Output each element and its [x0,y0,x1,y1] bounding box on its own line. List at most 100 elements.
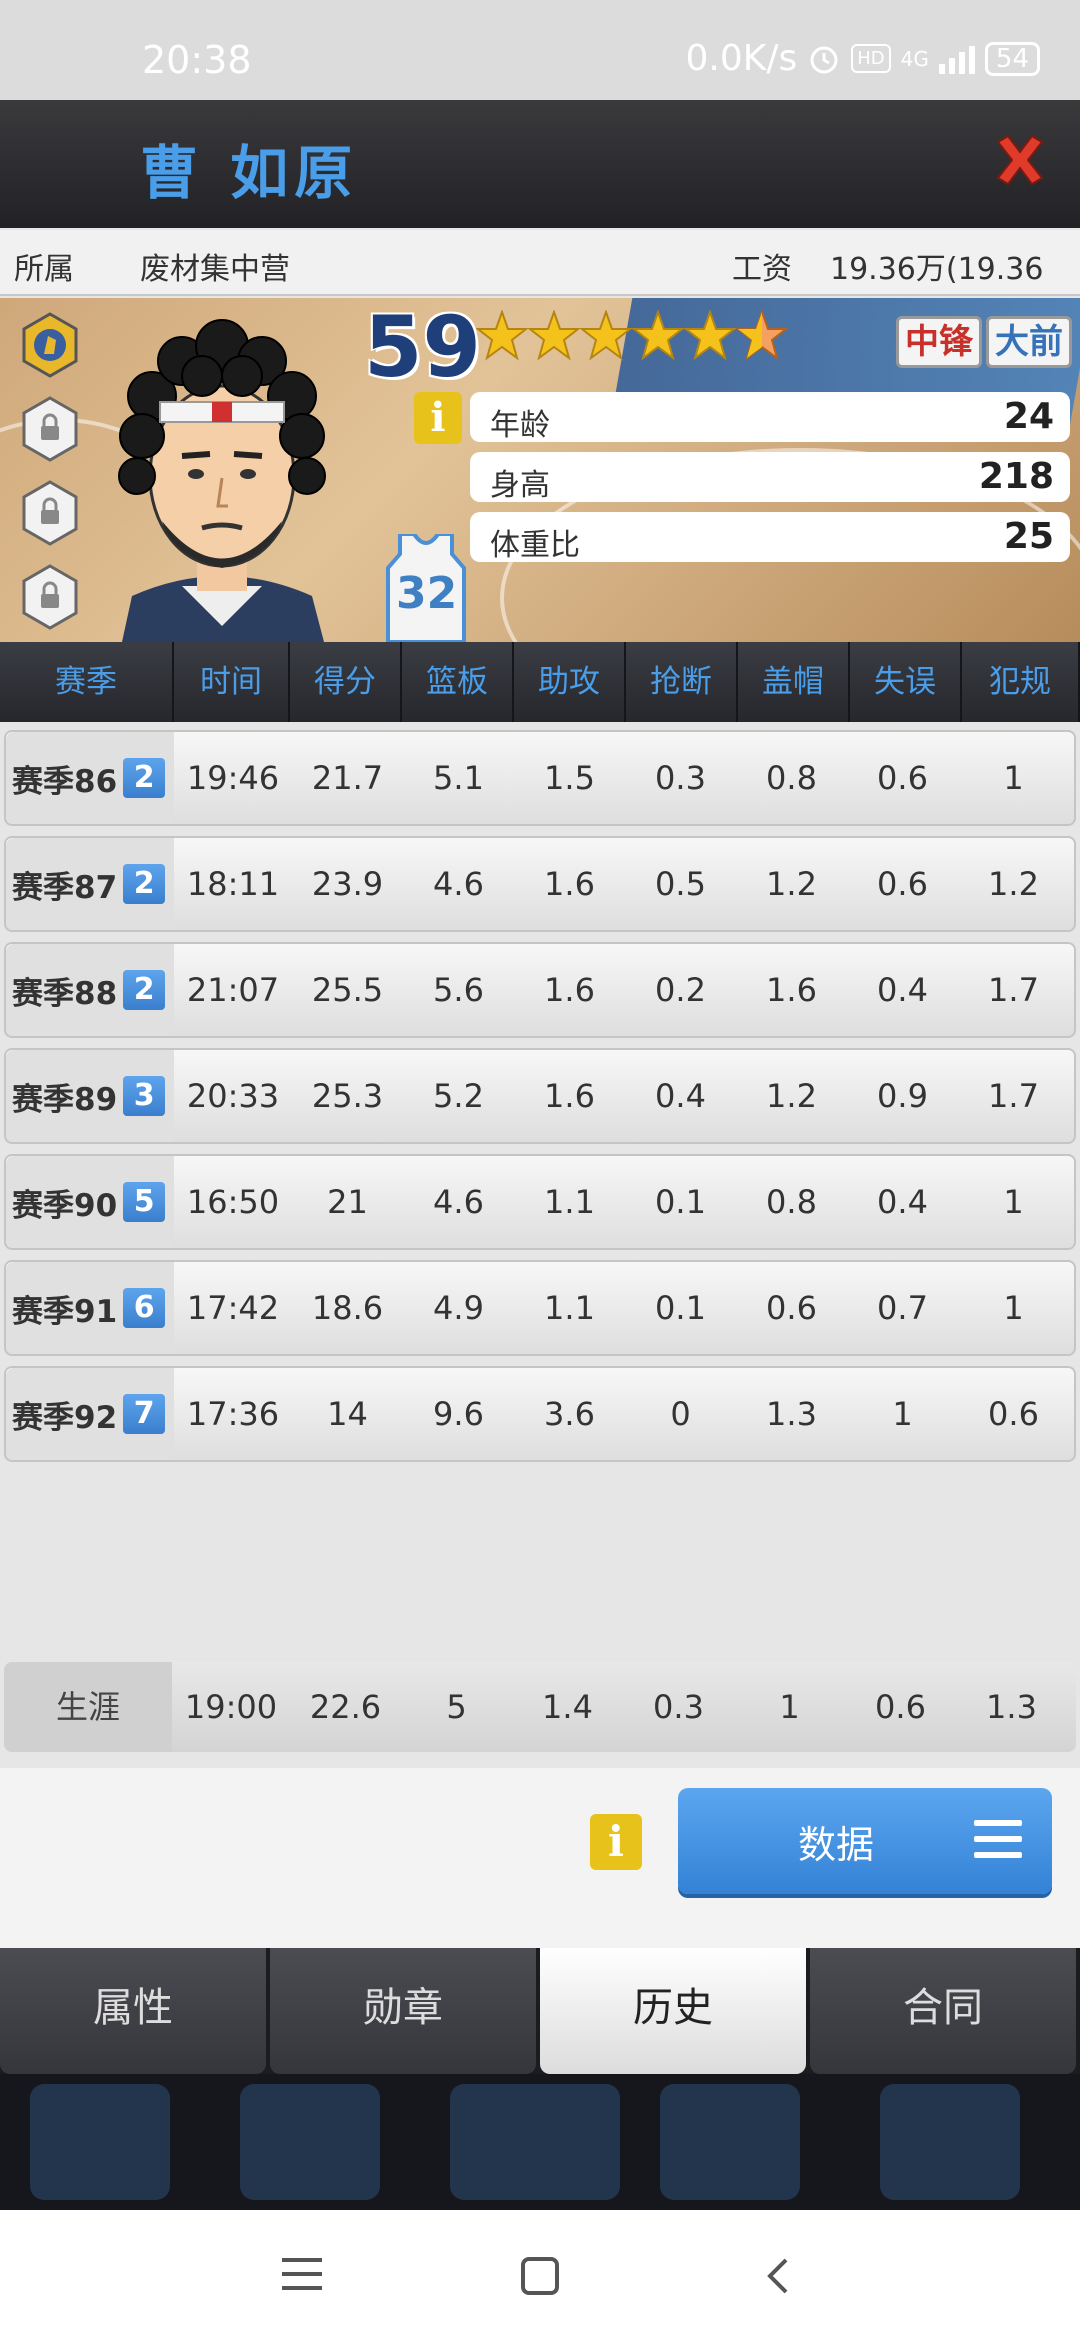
stat-cell: 0.8 [766,1183,817,1221]
alarm-icon [810,46,838,73]
stats-table-header: 赛季 时间 得分 篮板 助攻 抢断 盖帽 失误 犯规 [0,642,1080,722]
stat-cell: 0.4 [877,971,928,1009]
stat-cell: 16:50 [186,1183,280,1221]
info-icon[interactable]: i [590,1814,642,1870]
locked-badge-icon[interactable] [20,396,80,462]
level-badge: 6 [123,1288,166,1328]
star-icon [528,310,580,361]
level-badge: 2 [123,864,166,904]
column-header[interactable]: 赛季 [0,642,174,722]
season-label: 赛季88 [12,975,118,1012]
stat-cell: 4.6 [433,865,484,903]
stat-cell: 1.2 [766,1077,817,1115]
back-icon[interactable] [762,2256,792,2296]
stat-cell: 4.6 [433,1183,484,1221]
stat-cell: 5.6 [433,971,484,1009]
stat-cell: 18:11 [186,865,280,903]
season-label: 赛季86 [12,763,118,800]
star-icon [580,310,632,361]
stat-cell: 1.6 [544,1077,595,1115]
tab-badges[interactable]: 勋章 [270,1948,536,2074]
star-icon [632,310,684,361]
table-row[interactable]: 赛季88 2 21:07 25.5 5.6 1.6 0.2 1.6 0.4 1.7 [4,942,1076,1038]
stat-cell: 19:46 [186,759,280,797]
column-header[interactable]: 得分 [290,642,402,722]
menu-icon[interactable] [282,2256,322,2292]
player-avatar [118,319,326,642]
column-header[interactable]: 篮板 [402,642,514,722]
attribute-value: 24 [1003,396,1054,437]
column-header[interactable]: 时间 [174,642,290,722]
career-stat-cell: 0.6 [875,1688,926,1726]
stat-cell: 0.1 [655,1289,706,1327]
attribute-label: 身高 [490,468,550,503]
stat-cell: 0.6 [877,759,928,797]
stat-cell: 0.6 [988,1395,1039,1433]
column-header[interactable]: 盖帽 [738,642,850,722]
stat-cell: 1 [1003,1183,1024,1221]
table-row[interactable]: 赛季91 6 17:42 18.6 4.9 1.1 0.1 0.6 0.7 1 [4,1260,1076,1356]
stat-cell: 25.3 [311,1077,384,1115]
dimmed-nav-item [450,2084,620,2200]
stat-cell: 1 [1003,759,1024,797]
stat-cell: 0.6 [877,865,928,903]
attribute-row-height: 身高 218 [470,452,1070,503]
career-stat-cell: 1.3 [986,1688,1037,1726]
data-button-label: 数据 [798,1823,875,1867]
jersey-number: 32 [396,568,458,619]
stat-cell: 0.9 [877,1077,928,1115]
stat-cell: 0.4 [655,1077,706,1115]
dialog-header: 曹 如原 [0,100,1080,228]
career-label: 生涯 [4,1662,172,1752]
stat-cell: 0.5 [655,865,706,903]
stat-cell: 0 [670,1395,691,1433]
column-header[interactable]: 犯规 [962,642,1080,722]
stat-cell: 0.8 [766,759,817,797]
dimmed-nav-item [880,2084,1020,2200]
half-star-icon [736,310,788,361]
bottom-panel: i 数据 [0,1768,1080,1948]
stat-cell: 0.6 [766,1289,817,1327]
dimmed-nav-item [240,2084,380,2200]
stat-cell: 17:36 [186,1395,280,1433]
attribute-value: 218 [978,456,1054,497]
close-icon[interactable] [988,128,1052,192]
season-cell: 赛季91 6 [6,1262,174,1354]
table-row[interactable]: 赛季86 2 19:46 21.7 5.1 1.5 0.3 0.8 0.6 1 [4,730,1076,826]
stat-cell: 1.3 [766,1395,817,1433]
stat-cell: 1.1 [544,1289,595,1327]
network-type: 4G [900,46,929,71]
player-name: 曹 如原 [140,139,359,207]
stat-cell: 1 [892,1395,913,1433]
data-button[interactable]: 数据 [678,1788,1052,1894]
team-label: 所属 [14,252,74,287]
stat-cell: 1.6 [544,865,595,903]
column-header[interactable]: 失误 [850,642,962,722]
table-row[interactable]: 赛季89 3 20:33 25.3 5.2 1.6 0.4 1.2 0.9 1.7 [4,1048,1076,1144]
season-cell: 赛季86 2 [6,732,174,824]
info-bar: 所属 废材集中营 工资 19.36万(19.36万) [0,230,1080,331]
tab-attributes[interactable]: 属性 [0,1948,266,2074]
stat-cell: 4.9 [433,1289,484,1327]
dimmed-game-nav [0,2074,1080,2210]
signal-icon [938,44,975,74]
level-badge: 7 [123,1394,166,1434]
tab-contract[interactable]: 合同 [810,1948,1076,2074]
tab-history[interactable]: 历史 [540,1948,806,2074]
stat-cell: 21 [327,1183,368,1221]
column-header[interactable]: 抢断 [626,642,738,722]
team-value: 废材集中营 [140,252,290,287]
locked-badge-icon[interactable] [20,564,80,630]
stat-cell: 14 [327,1395,368,1433]
locked-badge-icon[interactable] [20,480,80,546]
table-row[interactable]: 赛季87 2 18:11 23.9 4.6 1.6 0.5 1.2 0.6 1.2 [4,836,1076,932]
info-icon[interactable]: i [414,392,462,444]
badge-icon[interactable] [20,312,80,378]
system-navigation-bar [0,2210,1080,2340]
table-row[interactable]: 赛季90 5 16:50 21 4.6 1.1 0.1 0.8 0.4 1 [4,1154,1076,1250]
star-icon [684,310,736,361]
table-row[interactable]: 赛季92 7 17:36 14 9.6 3.6 0 1.3 1 0.6 [4,1366,1076,1462]
menu-icon [974,1820,1022,1862]
column-header[interactable]: 助攻 [514,642,626,722]
home-icon[interactable] [520,2256,560,2296]
